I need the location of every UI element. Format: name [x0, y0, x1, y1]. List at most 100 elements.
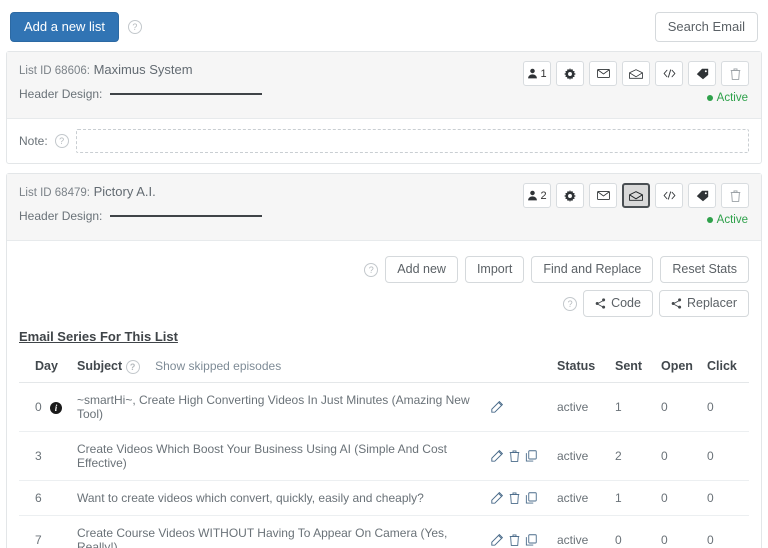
- subject-text[interactable]: Create Course Videos WITHOUT Having To A…: [77, 526, 447, 548]
- row-actions: [491, 449, 549, 462]
- list-name: Maximus System: [93, 62, 193, 77]
- cell-open: 0: [657, 480, 703, 516]
- header-design-row: Header Design:: [19, 87, 749, 101]
- tag-button[interactable]: [688, 183, 716, 208]
- code-button[interactable]: [655, 183, 683, 208]
- info-icon[interactable]: i: [50, 401, 63, 414]
- subject-text[interactable]: ~smartHi~, Create High Converting Videos…: [77, 393, 470, 421]
- status-label: Active: [716, 92, 748, 104]
- cell-sent: 2: [611, 431, 657, 481]
- edit-icon[interactable]: [491, 533, 504, 546]
- copy-icon[interactable]: [525, 534, 537, 546]
- import-button[interactable]: Import: [464, 256, 525, 283]
- code-button[interactable]: [655, 61, 683, 86]
- subscribers-button[interactable]: 2: [523, 183, 551, 208]
- delete-list-button[interactable]: [721, 61, 749, 86]
- note-help-icon[interactable]: ?: [54, 134, 69, 148]
- settings-button[interactable]: [556, 61, 584, 86]
- subject-help-icon[interactable]: ?: [125, 359, 140, 374]
- list-card-maximus: List ID 68606: Maximus System Header Des…: [6, 51, 762, 164]
- cell-actions: [487, 480, 553, 516]
- cell-actions: [487, 431, 553, 481]
- email-closed-button[interactable]: [589, 183, 617, 208]
- status-dot-icon: [706, 94, 713, 101]
- note-label: Note:: [19, 134, 48, 148]
- list-card-pictory: List ID 68479: Pictory A.I. Header Desig…: [6, 173, 762, 548]
- add-new-button[interactable]: Add new: [385, 256, 458, 283]
- subject-text[interactable]: Want to create videos which convert, qui…: [77, 491, 424, 505]
- column-header-sent: Sent: [611, 353, 657, 383]
- share-icon: [671, 298, 682, 309]
- subscribers-icon: [528, 190, 538, 201]
- delete-list-button[interactable]: [721, 183, 749, 208]
- column-header-click: Click: [703, 353, 749, 383]
- add-new-list-help-icon[interactable]: ?: [127, 20, 142, 34]
- copy-icon[interactable]: [525, 492, 537, 504]
- note-row: Note: ?: [7, 119, 761, 163]
- subscribers-button[interactable]: 1: [523, 61, 551, 86]
- reset-stats-button[interactable]: Reset Stats: [660, 256, 749, 283]
- cell-status: active: [553, 480, 611, 516]
- email-closed-button[interactable]: [589, 61, 617, 86]
- table-header-row: Day Subject ? Show skipped episodes Stat…: [19, 353, 749, 383]
- note-input[interactable]: [75, 129, 749, 153]
- table-row[interactable]: 0 i ~smartHi~, Create High Converting Vi…: [19, 382, 749, 432]
- find-and-replace-button[interactable]: Find and Replace: [531, 256, 654, 283]
- code-share-button[interactable]: Code: [583, 290, 653, 317]
- code-icon: [663, 191, 675, 200]
- trash-icon[interactable]: [509, 534, 520, 546]
- settings-button[interactable]: [556, 183, 584, 208]
- share-help-icon[interactable]: ?: [563, 296, 578, 311]
- subscriber-count: 1: [540, 67, 547, 80]
- subject-text[interactable]: Create Videos Which Boost Your Business …: [77, 442, 447, 470]
- cell-click: 0: [703, 382, 749, 432]
- copy-icon[interactable]: [525, 450, 537, 462]
- series-panel: ? Add new Import Find and Replace Reset …: [7, 241, 761, 548]
- cell-sent: 1: [611, 382, 657, 432]
- trash-icon[interactable]: [509, 450, 520, 462]
- cell-open: 0: [657, 431, 703, 481]
- email-open-button[interactable]: [622, 183, 650, 208]
- list-tool-buttons: 1: [523, 61, 749, 86]
- header-design-rule[interactable]: [110, 215, 263, 217]
- cell-subject: Create Videos Which Boost Your Business …: [73, 431, 487, 481]
- tag-button[interactable]: [688, 61, 716, 86]
- row-actions: [491, 533, 549, 546]
- table-row[interactable]: 7 Create Course Videos WITHOUT Having To…: [19, 515, 749, 548]
- edit-icon[interactable]: [491, 400, 504, 413]
- column-header-subject: Subject ? Show skipped episodes: [73, 353, 487, 383]
- cell-sent: 1: [611, 480, 657, 516]
- cell-subject: ~smartHi~, Create High Converting Videos…: [73, 382, 487, 432]
- cell-status: active: [553, 431, 611, 481]
- email-open-button[interactable]: [622, 61, 650, 86]
- show-skipped-episodes-link[interactable]: Show skipped episodes: [155, 359, 281, 373]
- table-row[interactable]: 3 Create Videos Which Boost Your Busines…: [19, 431, 749, 481]
- cell-click: 0: [703, 431, 749, 481]
- page-root: Add a new list ? Search Email List ID 68…: [0, 0, 768, 548]
- cell-click: 0: [703, 480, 749, 516]
- cell-day: 7: [19, 515, 73, 548]
- email-series-heading[interactable]: Email Series For This List: [19, 329, 178, 344]
- search-email-button[interactable]: Search Email: [654, 12, 758, 42]
- add-new-list-button[interactable]: Add a new list: [10, 12, 119, 42]
- cell-subject: Want to create videos which convert, qui…: [73, 480, 487, 516]
- column-header-status: Status: [553, 353, 611, 383]
- column-header-actions: [487, 353, 553, 383]
- header-design-row: Header Design:: [19, 209, 749, 223]
- trash-icon[interactable]: [509, 492, 520, 504]
- header-design-label: Header Design:: [19, 209, 103, 223]
- tag-icon: [696, 190, 708, 201]
- edit-icon[interactable]: [491, 449, 504, 462]
- replacer-share-button[interactable]: Replacer: [658, 290, 749, 317]
- series-actions-help-icon[interactable]: ?: [364, 262, 379, 277]
- list-status-badge: Active: [706, 214, 748, 226]
- envelope-open-icon: [629, 190, 643, 201]
- envelope-closed-icon: [596, 68, 610, 79]
- table-body: 0 i ~smartHi~, Create High Converting Vi…: [19, 382, 749, 548]
- header-design-rule[interactable]: [110, 93, 263, 95]
- cell-status: active: [553, 382, 611, 432]
- table-row[interactable]: 6 Want to create videos which convert, q…: [19, 480, 749, 516]
- edit-icon[interactable]: [491, 491, 504, 504]
- cell-open: 0: [657, 382, 703, 432]
- column-header-subject-label: Subject: [77, 359, 123, 373]
